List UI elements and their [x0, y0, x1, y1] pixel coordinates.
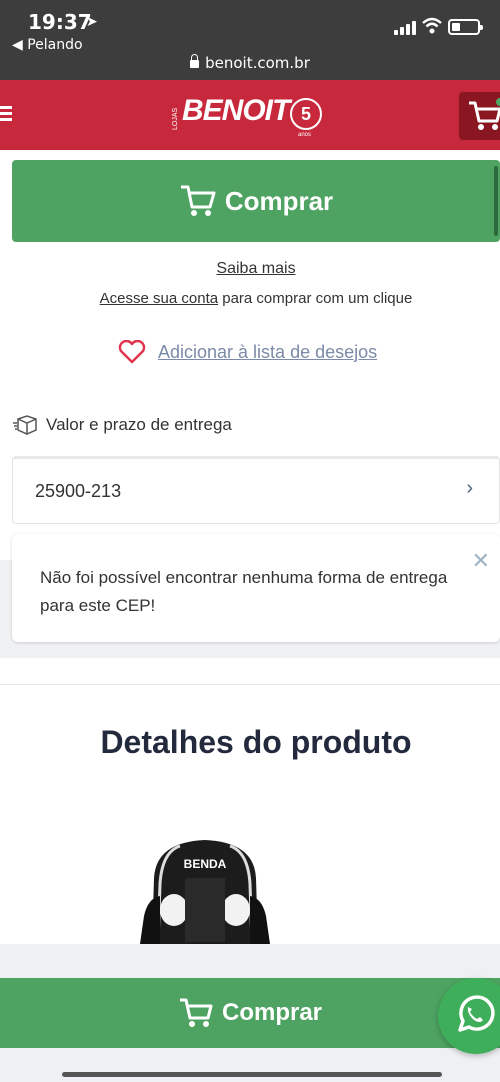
- shipping-title-text: Valor e prazo de entrega: [46, 415, 232, 434]
- heart-icon: [118, 340, 146, 364]
- shipping-error-alert: Não foi possível encontrar nenhuma forma…: [12, 534, 500, 642]
- header-cart-button[interactable]: [459, 92, 500, 140]
- product-details-title: Detalhes do produto: [100, 724, 412, 760]
- logo-badge-number: 5: [300, 104, 311, 124]
- url-text: benoit.com.br: [205, 54, 310, 72]
- location-arrow-icon: ➤: [86, 13, 98, 29]
- account-prompt: Acesse sua conta para comprar com um cli…: [0, 290, 500, 307]
- cep-value: 25900-213: [35, 481, 122, 501]
- cart-icon: [180, 185, 216, 216]
- address-bar[interactable]: benoit.com.br: [0, 54, 500, 72]
- logo-anniversary-badge: 5: [290, 98, 322, 130]
- acesse-conta-link[interactable]: Acesse sua conta: [100, 290, 218, 307]
- section-divider: [0, 684, 500, 685]
- cart-badge: [496, 98, 500, 106]
- logo-text: BENOIT: [182, 94, 290, 127]
- wishlist-label: Adicionar à lista de desejos: [158, 341, 378, 362]
- chair-brand-text: BENDA: [184, 857, 227, 871]
- status-bar: 19:37 ➤ ◀ Pelando benoit.com.br: [0, 0, 500, 80]
- box-icon: [13, 415, 37, 435]
- buy-button-top[interactable]: Comprar: [12, 160, 500, 242]
- whatsapp-icon: [458, 995, 495, 1032]
- chevron-right-icon[interactable]: ›: [466, 477, 473, 500]
- buy-button-bottom[interactable]: Comprar: [0, 978, 500, 1048]
- shipping-title: Valor e prazo de entrega: [12, 414, 232, 436]
- button-edge-decoration: [494, 166, 498, 236]
- home-indicator: [62, 1072, 442, 1077]
- site-header: LOJAS BENOIT 5 anos: [0, 80, 500, 150]
- wifi-icon: [422, 17, 442, 34]
- benoit-logo[interactable]: LOJAS BENOIT 5 anos: [172, 90, 332, 140]
- back-to-app-link[interactable]: ◀ Pelando: [12, 37, 83, 53]
- cep-input[interactable]: 25900-213 ›: [12, 456, 500, 524]
- account-prompt-text: para comprar com um clique: [218, 290, 413, 307]
- logo-lojas-text: LOJAS: [172, 107, 179, 130]
- signal-icon: [394, 21, 416, 35]
- lock-icon: [190, 54, 200, 68]
- wishlist-link[interactable]: Adicionar à lista de desejos: [118, 340, 377, 364]
- status-time: 19:37: [28, 10, 92, 34]
- menu-icon[interactable]: [0, 106, 14, 122]
- battery-icon: [448, 19, 483, 35]
- close-icon[interactable]: ✕: [472, 548, 490, 574]
- logo-anos-text: anos: [298, 132, 312, 138]
- saiba-mais-link[interactable]: Saiba mais: [0, 260, 500, 278]
- cart-icon: [469, 101, 500, 130]
- buy-button-label: Comprar: [221, 999, 323, 1026]
- cart-icon: [179, 998, 213, 1027]
- product-image-gaming-chair: BENDA: [140, 840, 270, 944]
- buy-button-label: Comprar: [224, 185, 334, 216]
- alert-message: Não foi possível encontrar nenhuma forma…: [40, 568, 448, 615]
